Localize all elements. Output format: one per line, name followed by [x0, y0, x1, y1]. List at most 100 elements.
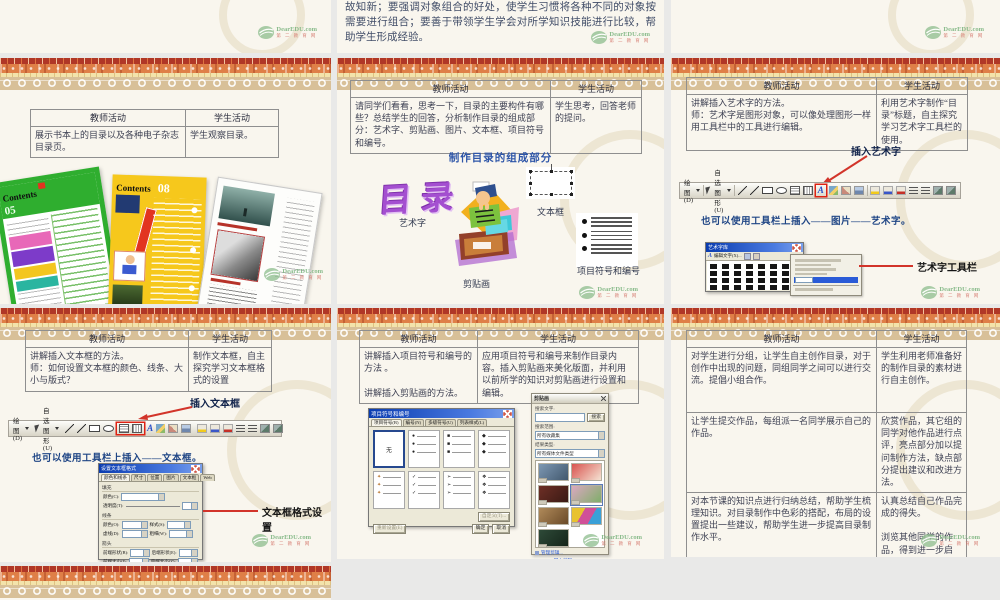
teacher-activity-header: 教师活动: [360, 331, 478, 349]
dearedu-logo-icon: [264, 268, 281, 281]
tab-position: 位置: [147, 474, 163, 481]
clipart-thumbnail: [538, 507, 569, 527]
dearedu-watermark: DearEDU.com 第 二 教 育 网: [252, 534, 311, 547]
wordart-label: 艺术字: [399, 218, 427, 228]
teacher-activity-cell: 讲解插入项目符号和编号的方法 。 讲解插入剪贴画的方法。: [360, 348, 478, 403]
wordart-icon: A: [147, 423, 154, 433]
tab-numbered: 编号(N): [402, 419, 425, 426]
wordart-toolbar-label: 艺术字工具栏: [917, 263, 977, 274]
vertical-textbox-icon: [132, 424, 143, 433]
weight-label: 粗细(W):: [149, 531, 168, 536]
line-color-dropdown: [121, 521, 148, 529]
font-color-icon: [223, 424, 234, 433]
clipart-card-file: [455, 181, 519, 266]
dearedu-watermark: DearEDU.com 第 二 教 育 网: [258, 26, 317, 39]
student-activity-header: 学生活动: [478, 331, 638, 349]
teacher-activity-header: 教师活动: [687, 331, 877, 349]
wordart-dropdown-menu: [790, 254, 862, 296]
student-activity-cell: 学生思考，回答老师的提问。: [555, 101, 637, 124]
bullets-numbering-dialog: 项目符号和编号 项目符号(B) 编号(N) 多级符号(U) 列表样式(L) 无 …: [368, 408, 515, 534]
student-activity-header: 学生活动: [189, 331, 271, 349]
arrow-end-size-dropdown: [177, 558, 198, 562]
tab-web: Web: [200, 474, 215, 481]
font-color-icon: [895, 186, 906, 195]
magazine-title: Contents: [1, 188, 38, 204]
red-tag: [37, 182, 46, 190]
line-color-icon: [882, 186, 893, 195]
magazine-page-green: Contents 05: [0, 166, 124, 304]
clipart-thumbnail: [538, 485, 569, 505]
toolbar-tip-text: 也可以使用工具栏上插入——图片——艺术字。: [701, 217, 912, 227]
teacher-activity-header: 教师活动: [31, 110, 186, 128]
student-activity-cell: 欣赏作品，其它组的同学对他作品进行点评，亮点部分加以提问制作方法，缺点部分提出建…: [877, 412, 966, 492]
slide-group-review: 教师活动 学生活动 对学生进行分组，让学生自主创作目录，对于创作中出现的问题，同…: [671, 308, 1000, 557]
wordart-toolbar: A 编辑文字(X)...: [706, 252, 803, 261]
search-input: [535, 413, 586, 422]
close-icon: [792, 243, 801, 252]
photo-block-green: [112, 284, 143, 304]
clipart-task-pane: 剪贴画 搜索文字: 搜索 搜索范围: 所有收藏集 结果类型: 所有媒体文件类型 …: [531, 393, 609, 559]
dialog-title: 项目符号和编号: [371, 411, 410, 418]
tab-picture: 图片: [163, 474, 179, 481]
dash-style-icon: [920, 187, 930, 194]
rectangle-icon: [761, 187, 773, 194]
edit-text-button: 编辑文字(X)...: [714, 253, 742, 258]
picture-icon: [853, 186, 864, 195]
student-activity-header: 学生活动: [551, 81, 641, 99]
dialog-tabs: 项目符号(B) 编号(N) 多级符号(U) 列表样式(L): [369, 418, 514, 427]
slide-insert-textbox: 教师活动 学生活动 讲解插入文本框的方法。 师：如何设置文本框的颜色、线条、大小…: [0, 308, 331, 562]
arrow-end-size-label: 后端大小(Z):: [150, 559, 176, 562]
color-dropdown: [121, 493, 166, 501]
tab-outline: 多级符号(U): [425, 419, 456, 426]
activity-table: 教师活动 学生活动 展示书本上的目录以及各种电子杂志目录页。 学生观察目录。: [30, 109, 279, 159]
pane-title: 剪贴画: [534, 397, 550, 402]
dearedu-logo-icon: [252, 534, 269, 547]
dearedu-logo-icon: [583, 534, 600, 547]
dearedu-logo-icon: [591, 31, 608, 44]
dearedu-watermark: DearEDU.com 第 二 教 育 网: [264, 268, 323, 281]
red-pointer-line: [859, 265, 913, 267]
text-lines: [205, 283, 258, 304]
customize-button: 自定义(T)...: [477, 512, 510, 522]
format-textbox-dialog: 设置文本框格式 颜色和线条 尺寸 位置 图片 文本框 Web 填充 颜色(C):…: [98, 463, 215, 562]
arrow-icon: [749, 186, 759, 195]
document-canvas: DearEDU.com 第 二 教 育 网 故知新；要强调对象组合的好处，使学生习…: [0, 0, 1000, 600]
diagram-icon: [156, 424, 166, 433]
line-color-icon: [210, 424, 221, 433]
student-activity-cell: 学生观察目录。: [190, 130, 254, 141]
arrow-begin-dropdown: [130, 549, 150, 557]
clipart-thumbnail: [538, 463, 569, 483]
line-icon: [737, 186, 747, 195]
tab-textbox: 文本框: [179, 474, 200, 481]
teacher-activity-cell: 对本节课的知识点进行归纳总结，帮助学生梳理知识。对目录制作中色彩的搭配，布局的设…: [687, 491, 877, 557]
wordart-highlight-box: A: [816, 185, 826, 196]
dearedu-watermark: DearEDU.com 第 二 教 育 网: [579, 286, 638, 299]
rotate-handle: [550, 164, 552, 170]
textbox-icon: [789, 186, 800, 195]
weight-spinner: [169, 530, 193, 538]
slide-observe-contents: 教师活动 学生活动 展示书本上的目录以及各种电子杂志目录页。 学生观察目录。 C…: [0, 58, 331, 304]
line-style-icon: [908, 187, 918, 194]
magazine-body: [3, 204, 117, 304]
wordart-style-grid: [707, 261, 802, 290]
dearedu-logo-icon: [579, 286, 596, 299]
magazine-title: Contents: [116, 182, 151, 194]
slide-catalog-components: 教师活动 学生活动 请同学们看看，思考一下，目录的主要构件有哪些？总结学生的回答…: [337, 58, 664, 304]
select-pointer-icon: [705, 186, 712, 195]
textbox-sample: [526, 164, 575, 199]
textbox-icon: [119, 424, 130, 433]
shadow-style-icon: [932, 186, 943, 195]
dearedu-watermark: DearEDU.com 第 二 教 育 网: [921, 286, 980, 299]
bullet-style-diamond: ◆ ◆ ◆: [478, 430, 510, 468]
bullets-label: 项目符号和编号: [577, 266, 641, 276]
next-slide-sliver: [0, 566, 331, 600]
dearedu-logo-icon: [921, 286, 938, 299]
vertical-textbox-icon: [802, 186, 813, 195]
wordart-icon: A: [708, 252, 713, 259]
swirl-decoration: [896, 130, 1000, 270]
teacher-activity-cell: 展示书本上的目录以及各种电子杂志目录页。: [31, 127, 186, 158]
shadow-style-icon: [260, 424, 271, 433]
fill-color-icon: [197, 424, 208, 433]
line-style-icon: [236, 425, 246, 432]
teacher-activity-header: 教师活动: [351, 81, 551, 99]
